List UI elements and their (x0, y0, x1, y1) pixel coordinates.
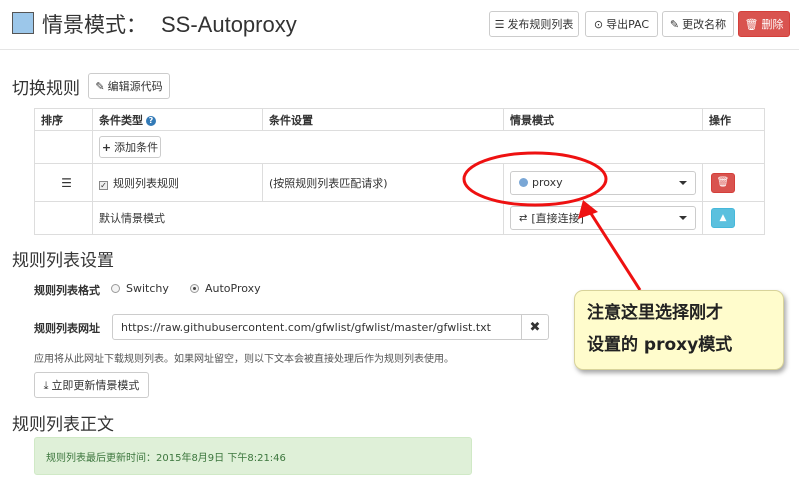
rename-button[interactable]: ✎ 更改名称 (662, 11, 734, 37)
profile-select[interactable]: proxy (510, 170, 696, 195)
edit-source-label: 编辑源代码 (107, 80, 163, 93)
globe-icon (519, 178, 528, 187)
update-now-button[interactable]: ⤓ 立即更新情景模式 (34, 372, 149, 398)
switch-rules-heading: 切换规则 (12, 79, 80, 99)
default-profile-cell: ⇄ [直接连接] (503, 201, 703, 235)
actions-cell: 🗑 (702, 163, 765, 202)
rename-label: 更改名称 (682, 18, 727, 31)
format-option-autoproxy[interactable]: AutoProxy (190, 282, 261, 295)
column-header-order: 排序 (34, 108, 93, 131)
radio-selected-icon[interactable] (190, 284, 199, 293)
url-label: 规则列表网址 (34, 322, 100, 335)
default-profile-select[interactable]: ⇄ [直接连接] (510, 206, 696, 230)
checkbox-icon[interactable]: ✓ (99, 180, 108, 190)
default-profile-value: [直接连接] (531, 212, 584, 225)
chevron-down-icon (679, 216, 687, 220)
format-option-switchy[interactable]: Switchy (111, 282, 169, 295)
switch-rules-table: 排序 条件类型? 条件设置 情景模式 操作 + 添加条件 ☰ ✓ 规则列表规则 (… (34, 108, 765, 235)
edit-source-button[interactable]: ✎ 编辑源代码 (88, 73, 170, 99)
annotation-callout: 注意这里选择刚才 设置的 proxy模式 (574, 290, 784, 370)
publish-rule-list-button[interactable]: ☰ 发布规则列表 (489, 11, 579, 37)
profile-name: SS-Autoproxy (161, 12, 297, 37)
table-header-row: 排序 条件类型? 条件设置 情景模式 操作 (34, 108, 765, 131)
annotation-line-1: 注意这里选择刚才 (587, 303, 723, 323)
profile-select-value: proxy (532, 176, 563, 189)
condition-type-header-label: 条件类型 (99, 113, 143, 127)
exchange-icon: ⇄ (519, 212, 528, 224)
export-pac-label: 导出PAC (606, 18, 650, 31)
column-header-condition-type: 条件类型? (92, 108, 263, 131)
profile-color-swatch[interactable] (12, 12, 34, 34)
actions-cell: ▲ (702, 201, 765, 235)
delete-rule-button[interactable]: 🗑 (711, 172, 735, 193)
plus-icon: + (101, 140, 112, 154)
url-hint-text: 应用将从此网址下载规则列表。如果网址留空，则以下文本会被直接处理后作为规则列表使… (34, 354, 454, 365)
drag-handle-cell: ☰ (34, 163, 93, 202)
add-condition-cell: + 添加条件 (92, 130, 765, 164)
format-option-label: Switchy (126, 282, 169, 295)
rule-list-url-input[interactable]: https://raw.githubusercontent.com/gfwlis… (112, 314, 522, 340)
download-icon: ⤓ (43, 378, 49, 392)
chevron-down-icon (679, 180, 687, 185)
last-updated-alert: 规则列表最后更新时间：2015年8月9日 下午8:21:46 (34, 437, 472, 475)
condition-type-cell: ✓ 规则列表规则 (92, 163, 263, 202)
table-row: ☰ ✓ 规则列表规则 (按照规则列表匹配请求) proxy 🗑 (34, 163, 765, 202)
empty-cell (34, 130, 93, 164)
edit-icon: ✎ (95, 79, 105, 93)
export-pac-button[interactable]: ⊙ 导出PAC (585, 11, 658, 37)
empty-cell (34, 201, 93, 235)
clear-url-button[interactable]: ✖ (521, 314, 549, 340)
trash-icon: 🗑 (744, 17, 759, 31)
trash-icon: 🗑 (716, 176, 730, 188)
list-icon: ☰ (494, 17, 505, 31)
add-condition-button[interactable]: + 添加条件 (99, 136, 161, 158)
page-title: 情景模式： SS-Autoproxy (42, 9, 297, 39)
default-label-cell: 默认情景模式 (92, 201, 504, 235)
help-icon[interactable]: ? (146, 115, 156, 126)
annotation-line-2: 设置的 proxy模式 (587, 335, 733, 355)
rule-list-settings-heading: 规则列表设置 (12, 251, 114, 271)
condition-setting-cell: (按照规则列表匹配请求) (262, 163, 504, 202)
last-updated-text: 规则列表最后更新时间：2015年8月9日 下午8:21:46 (46, 452, 286, 464)
chevron-up-icon: ▲ (719, 213, 727, 223)
condition-type-value: 规则列表规则 (113, 176, 179, 190)
profile-cell: proxy (503, 163, 703, 202)
page-header: 情景模式： SS-Autoproxy ☰ 发布规则列表 ⊙ 导出PAC ✎ 更改名… (0, 0, 799, 50)
delete-label: 删除 (761, 18, 784, 31)
edit-icon: ✎ (669, 17, 680, 31)
column-header-condition-setting: 条件设置 (262, 108, 504, 131)
rule-list-body-heading: 规则列表正文 (12, 415, 114, 435)
delete-profile-button[interactable]: 🗑 删除 (738, 11, 790, 37)
drag-handle-icon[interactable]: ☰ (55, 176, 72, 190)
update-now-label: 立即更新情景模式 (51, 379, 140, 392)
radio-icon[interactable] (111, 284, 120, 293)
add-condition-label: 添加条件 (114, 141, 159, 154)
column-header-profile: 情景模式 (503, 108, 703, 131)
publish-label: 发布规则列表 (507, 18, 574, 31)
add-condition-row: + 添加条件 (34, 130, 765, 164)
annotation-overlay (462, 151, 642, 291)
page-title-label: 情景模式： (42, 13, 147, 37)
format-label: 规则列表格式 (34, 284, 100, 297)
default-profile-row: 默认情景模式 ⇄ [直接连接] ▲ (34, 201, 765, 235)
format-option-label: AutoProxy (205, 282, 261, 295)
move-up-button[interactable]: ▲ (711, 208, 735, 228)
column-header-actions: 操作 (702, 108, 765, 131)
download-icon: ⊙ (593, 17, 604, 31)
close-icon: ✖ (529, 319, 541, 335)
